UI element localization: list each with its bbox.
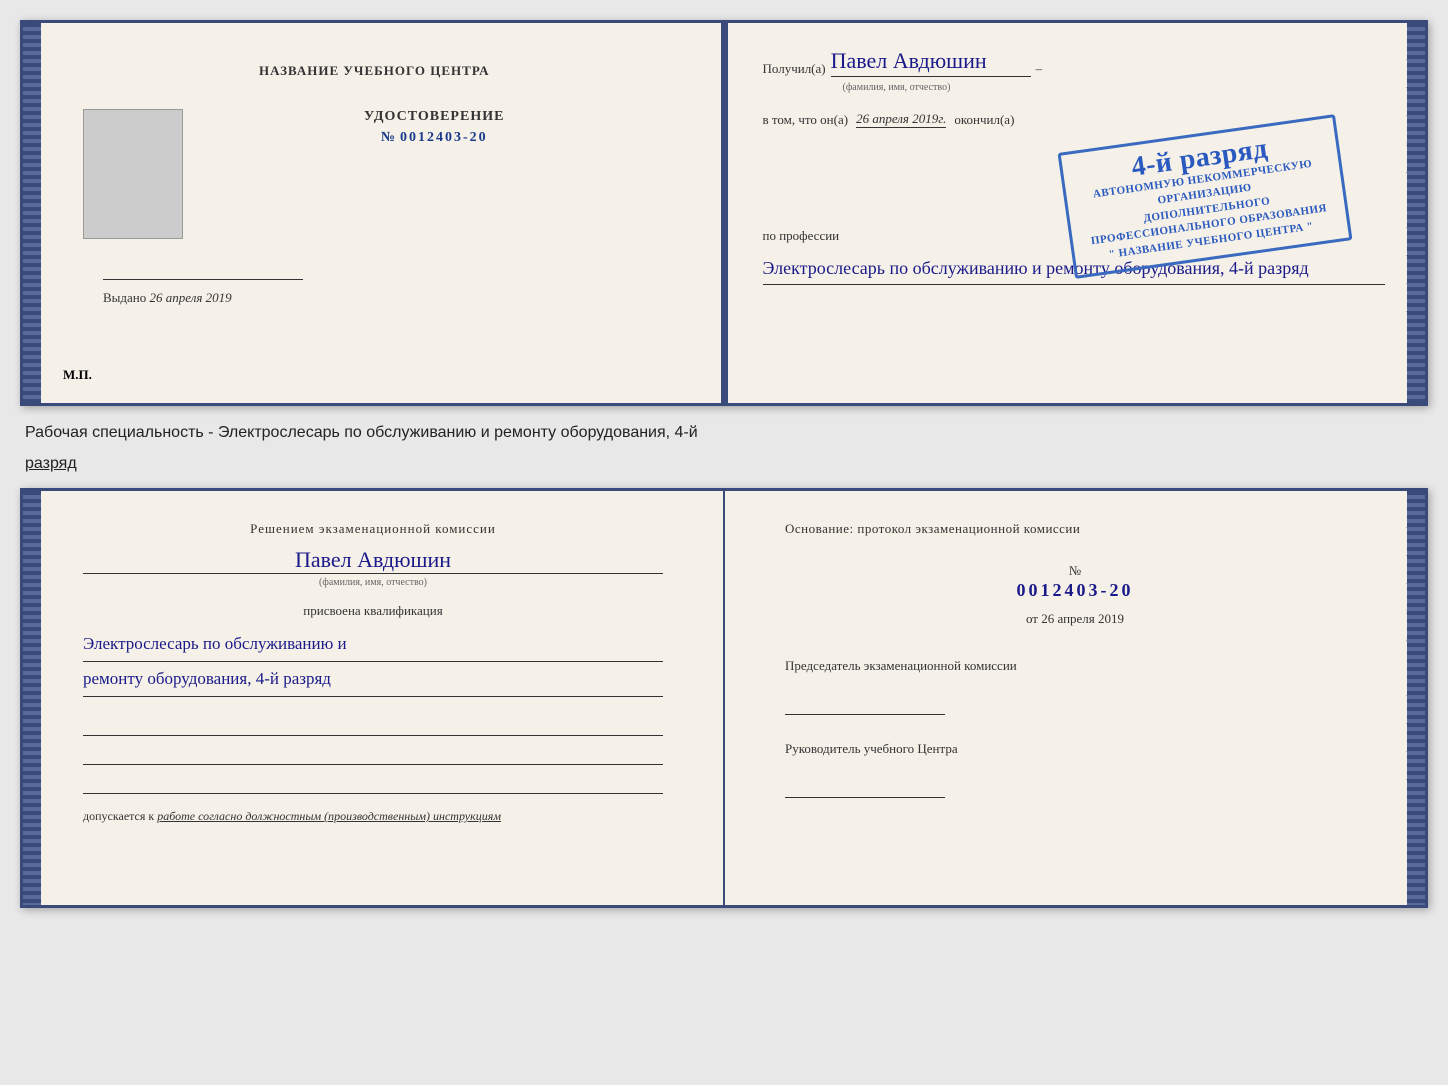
rukovoditel-title: Руководитель учебного Центра — [785, 740, 1365, 758]
bottom-fio-sub: (фамилия, имя, отчество) — [83, 577, 663, 588]
cert-title: НАЗВАНИЕ УЧЕБНОГО ЦЕНТРА — [83, 63, 666, 79]
udostoverenie-block: УДОСТОВЕРЕНИЕ № 0012403-20 — [364, 109, 504, 146]
resheniyem-title: Решением экзаменационной комиссии — [83, 521, 663, 537]
fio-sublabel: (фамилия, имя, отчество) — [843, 82, 1386, 93]
qual-line1: Электрослесарь по обслуживанию и — [83, 627, 663, 662]
booklet-right-page: Получил(а) Павел Авдюшин – (фамилия, имя… — [728, 23, 1426, 403]
vydano-date: 26 апреля 2019 — [150, 290, 232, 305]
bottom-right-page: Основание: протокол экзаменационной коми… — [725, 491, 1425, 905]
photo-placeholder — [83, 109, 183, 239]
booklet-left-page: НАЗВАНИЕ УЧЕБНОГО ЦЕНТРА УДОСТОВЕРЕНИЕ №… — [23, 23, 728, 403]
vtom-label: в том, что он(а) — [763, 112, 849, 128]
bottom-binding-right — [1407, 491, 1425, 905]
ot-label: от — [1026, 611, 1038, 626]
completion-date: 26 апреля 2019г. — [856, 111, 946, 128]
bottom-left-page: Решением экзаменационной комиссии Павел … — [23, 491, 725, 905]
osnovanie-title: Основание: протокол экзаменационной коми… — [785, 521, 1365, 537]
vydano-label: Выдано — [103, 290, 146, 305]
between-label2: разряд — [20, 447, 1428, 478]
profession-line1: Электрослесарь по обслуживанию и — [763, 258, 1042, 278]
binding-strip-right — [1407, 23, 1425, 403]
blank-lines — [83, 712, 663, 794]
top-booklet: НАЗВАНИЕ УЧЕБНОГО ЦЕНТРА УДОСТОВЕРЕНИЕ №… — [20, 20, 1428, 406]
predsedatel-title: Председатель экзаменационной комиссии — [785, 657, 1365, 675]
poluchil-line: Получил(а) Павел Авдюшин – — [763, 48, 1386, 77]
page-wrapper: НАЗВАНИЕ УЧЕБНОГО ЦЕНТРА УДОСТОВЕРЕНИЕ №… — [20, 20, 1428, 908]
recipient-name: Павел Авдюшин — [831, 48, 1031, 77]
cert-number: 0012403-20 — [400, 130, 488, 146]
number-label: № — [381, 130, 397, 146]
left-text-area: УДОСТОВЕРЕНИЕ № 0012403-20 — [203, 99, 666, 156]
okonchil-label: окончил(а) — [954, 112, 1014, 128]
poluchil-label: Получил(а) — [763, 61, 826, 77]
qual-line2: ремонту оборудования, 4-й разряд — [83, 662, 663, 697]
bottom-booklet: Решением экзаменационной комиссии Павел … — [20, 488, 1428, 908]
mp-block: М.П. — [63, 367, 92, 383]
dopuskaetsya-label: допускается к — [83, 809, 154, 823]
blank-line-2 — [83, 741, 663, 765]
udostoverenie-title: УДОСТОВЕРЕНИЕ — [364, 109, 504, 125]
qualification-block: Электрослесарь по обслуживанию и ремонту… — [83, 627, 663, 697]
number-label-bottom: № — [1069, 563, 1081, 578]
between-label-block: Рабочая специальность - Электрослесарь п… — [20, 416, 1428, 478]
ot-date: 26 апреля 2019 — [1041, 611, 1124, 626]
blank-line-1 — [83, 712, 663, 736]
dopuskaetsya-text: работе согласно должностным (производств… — [157, 809, 501, 823]
blank-line-3 — [83, 770, 663, 794]
between-label: Рабочая специальность - Электрослесарь п… — [20, 416, 1428, 447]
rukovoditel-signature-line — [785, 778, 945, 798]
vydano-block: Выдано 26 апреля 2019 — [103, 290, 666, 306]
predsedatel-signature-line — [785, 695, 945, 715]
left-content: УДОСТОВЕРЕНИЕ № 0012403-20 — [83, 99, 666, 249]
dopuskaetsya-block: допускается к работе согласно должностны… — [83, 809, 663, 824]
podpis-block: Председатель экзаменационной комиссии Ру… — [785, 657, 1365, 798]
ot-date-block: от 26 апреля 2019 — [785, 611, 1365, 627]
protocol-number: 0012403-20 — [785, 580, 1365, 601]
komissia-name: Павел Авдюшин — [83, 547, 663, 574]
prisvoyena-text: присвоена квалификация — [83, 603, 663, 619]
